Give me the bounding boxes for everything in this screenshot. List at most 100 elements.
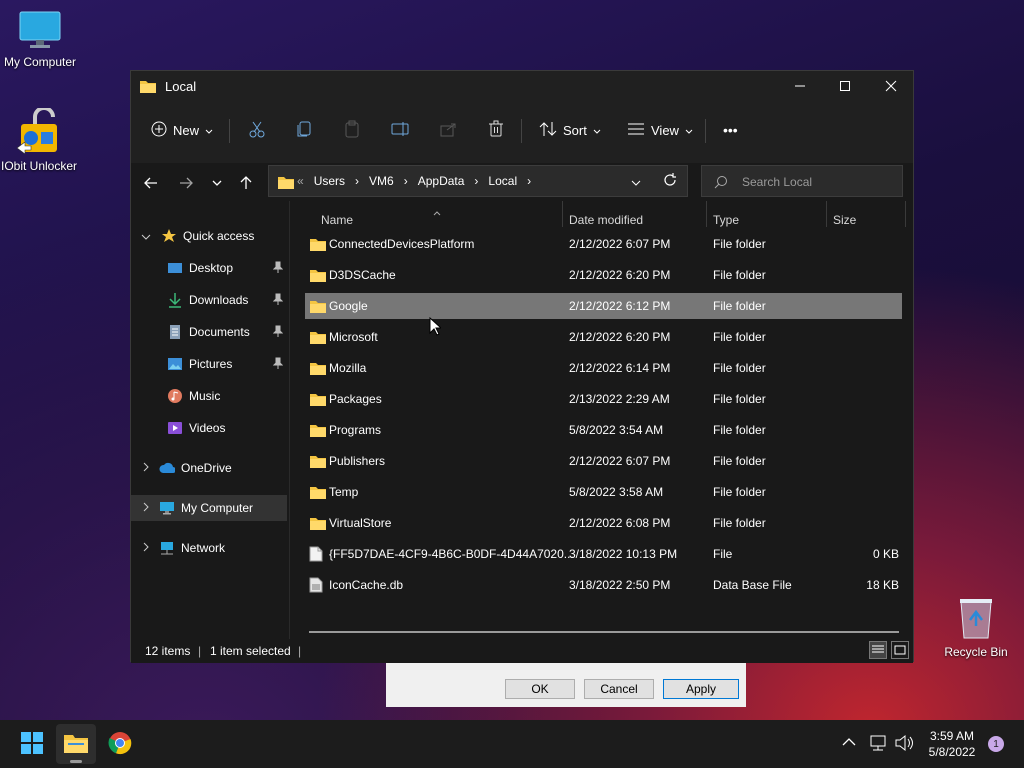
network-status-icon[interactable] — [868, 734, 888, 755]
folder-icon — [309, 453, 327, 472]
horizontal-scrollbar[interactable] — [309, 631, 899, 633]
address-dropdown-icon[interactable] — [631, 175, 641, 189]
file-row[interactable]: {FF5D7DAE-4CF9-4B6C-B0DF-4D44A7020... 3/1… — [305, 541, 902, 567]
more-options-button[interactable]: ••• — [723, 117, 738, 143]
sort-button[interactable]: Sort — [539, 117, 601, 143]
maximize-button[interactable] — [822, 71, 868, 101]
column-header-type[interactable]: Type — [713, 213, 739, 227]
chevron-right-icon[interactable] — [143, 541, 149, 555]
file-row[interactable]: VirtualStore 2/12/2022 6:08 PM File folder — [305, 510, 902, 536]
rename-button[interactable] — [391, 117, 409, 143]
column-divider[interactable] — [706, 201, 707, 227]
file-size: 0 KB — [872, 547, 899, 561]
desktop-icon-my-computer[interactable]: My Computer — [0, 10, 80, 69]
file-type: File folder — [713, 330, 766, 344]
taskbar-file-explorer[interactable] — [56, 724, 96, 764]
nav-downloads[interactable]: Downloads — [131, 287, 287, 313]
nav-quick-access[interactable]: Quick access — [131, 223, 287, 249]
recent-locations-button[interactable] — [207, 173, 227, 193]
chevron-right-icon[interactable]: › — [404, 174, 408, 188]
file-date-modified: 5/8/2022 3:54 AM — [569, 423, 664, 437]
minimize-button[interactable] — [777, 71, 823, 101]
clipboard-icon — [343, 120, 361, 141]
nav-my-computer[interactable]: My Computer — [131, 495, 287, 521]
file-row[interactable]: Microsoft 2/12/2022 6:20 PM File folder — [305, 324, 902, 350]
copy-button[interactable] — [296, 117, 314, 143]
chevron-right-icon[interactable] — [143, 501, 149, 515]
column-divider[interactable] — [562, 201, 563, 227]
file-row[interactable]: Programs 5/8/2022 3:54 AM File folder — [305, 417, 902, 443]
notification-badge[interactable]: 1 — [988, 736, 1004, 752]
details-view-button[interactable] — [869, 641, 887, 659]
column-header-size[interactable]: Size — [833, 213, 856, 227]
nav-documents[interactable]: Documents — [131, 319, 287, 345]
column-divider[interactable] — [826, 201, 827, 227]
paste-button[interactable] — [343, 117, 361, 143]
breadcrumb-appdata[interactable]: AppData — [418, 174, 465, 188]
file-date-modified: 2/12/2022 6:14 PM — [569, 361, 671, 375]
start-button[interactable] — [12, 724, 52, 764]
file-row[interactable]: Mozilla 2/12/2022 6:14 PM File folder — [305, 355, 902, 381]
close-button[interactable] — [868, 71, 914, 101]
copy-icon — [296, 120, 314, 141]
breadcrumb-local[interactable]: Local — [488, 174, 517, 188]
nav-network[interactable]: Network — [131, 535, 287, 561]
up-button[interactable] — [236, 173, 256, 193]
column-header-name[interactable]: Name — [321, 213, 353, 227]
delete-button[interactable] — [487, 117, 505, 143]
desktop-icon-recycle-bin[interactable]: Recycle Bin — [936, 596, 1016, 659]
back-button[interactable] — [141, 173, 161, 193]
chevron-down-icon — [685, 123, 693, 138]
nav-pictures[interactable]: Pictures — [131, 351, 287, 377]
file-date-modified: 2/12/2022 6:07 PM — [569, 454, 671, 468]
file-row[interactable]: Temp 5/8/2022 3:58 AM File folder — [305, 479, 902, 505]
folder-icon — [309, 360, 327, 379]
file-row[interactable]: Packages 2/13/2022 2:29 AM File folder — [305, 386, 902, 412]
breadcrumb-overflow[interactable]: « — [297, 174, 304, 188]
new-button[interactable]: New — [151, 117, 213, 143]
breadcrumb-users[interactable]: Users — [314, 174, 345, 188]
chevron-right-icon[interactable]: › — [474, 174, 478, 188]
taskbar-chrome[interactable] — [100, 724, 140, 764]
cut-button[interactable] — [248, 117, 266, 143]
volume-icon[interactable] — [894, 734, 914, 755]
pin-icon — [272, 325, 284, 340]
nav-videos[interactable]: Videos — [131, 415, 287, 441]
forward-button[interactable] — [176, 173, 196, 193]
chevron-right-icon[interactable] — [143, 461, 149, 475]
file-row[interactable]: D3DSCache 2/12/2022 6:20 PM File folder — [305, 262, 902, 288]
share-button[interactable] — [439, 117, 457, 143]
title-bar[interactable]: Local — [131, 71, 913, 103]
search-box[interactable]: Search Local — [701, 165, 903, 197]
chevron-down-icon[interactable] — [141, 229, 151, 243]
column-header-date[interactable]: Date modified — [569, 213, 643, 227]
desktop-icon-iobit-unlocker[interactable]: IObit Unlocker — [0, 106, 78, 173]
chevron-right-icon[interactable]: › — [355, 174, 359, 188]
file-date-modified: 3/18/2022 2:50 PM — [569, 578, 671, 592]
file-type: File folder — [713, 516, 766, 530]
nav-pane-divider[interactable] — [289, 201, 290, 639]
desktop-icon — [167, 260, 183, 276]
address-bar[interactable]: « Users › VM6 › AppData › Local › — [268, 165, 688, 197]
file-row[interactable]: ConnectedDevicesPlatform 2/12/2022 6:07 P… — [305, 231, 902, 257]
nav-desktop[interactable]: Desktop — [131, 255, 287, 281]
file-row[interactable]: Publishers 2/12/2022 6:07 PM File folder — [305, 448, 902, 474]
chevron-right-icon[interactable]: › — [527, 174, 531, 188]
breadcrumb-vm6[interactable]: VM6 — [369, 174, 394, 188]
refresh-icon[interactable] — [663, 173, 677, 190]
ok-button[interactable]: OK — [505, 679, 575, 699]
apply-button[interactable]: Apply — [663, 679, 739, 699]
column-divider[interactable] — [905, 201, 906, 227]
file-row[interactable]: Google 2/12/2022 6:12 PM File folder — [305, 293, 902, 319]
cancel-button[interactable]: Cancel — [584, 679, 654, 699]
nav-onedrive[interactable]: OneDrive — [131, 455, 287, 481]
mouse-cursor-icon — [429, 317, 441, 336]
nav-music[interactable]: Music — [131, 383, 287, 409]
file-row[interactable]: IconCache.db 3/18/2022 2:50 PM Data Base F… — [305, 572, 902, 598]
clock[interactable]: 3:59 AM 5/8/2022 — [920, 728, 984, 760]
file-name: Microsoft — [329, 330, 378, 344]
large-icons-view-button[interactable] — [891, 641, 909, 659]
sort-up-indicator-icon — [433, 205, 441, 219]
view-button[interactable]: View — [627, 117, 693, 143]
show-hidden-icons-chevron-icon[interactable] — [842, 736, 856, 750]
